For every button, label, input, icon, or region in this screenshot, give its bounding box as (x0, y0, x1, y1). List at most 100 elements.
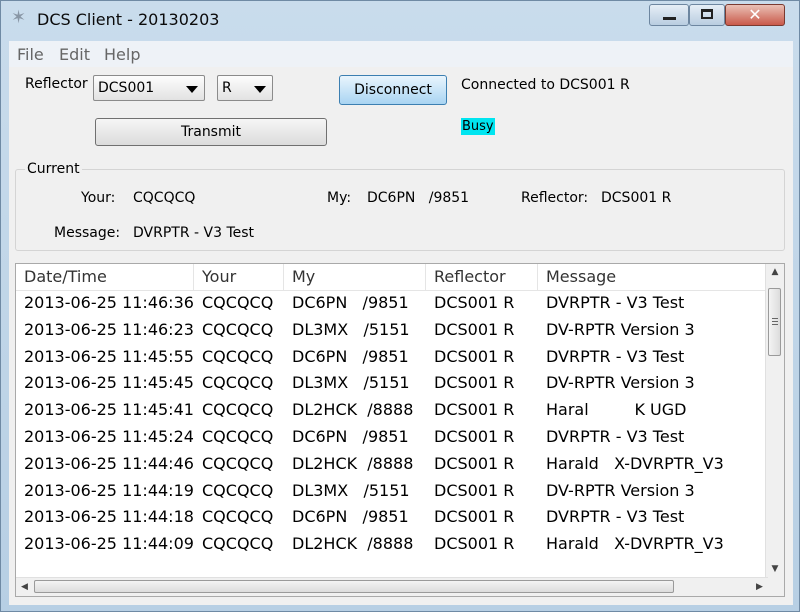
cell-reflector: DCS001 R (434, 426, 515, 446)
menu-bar: File Edit Help (9, 41, 793, 67)
current-reflector-value: DCS001 R (601, 190, 672, 206)
cell-your: CQCQCQ (202, 534, 274, 554)
cell-message: Haral K UGD (546, 400, 687, 420)
log-table: Date/Time Your My Reflector Message 2013… (15, 263, 785, 597)
col-header-message[interactable]: Message (538, 264, 768, 290)
close-button[interactable]: ✕ (725, 4, 785, 26)
table-row[interactable]: 2013-06-25 11:45:41 CQCQCQ DL2HCK /8888 DCS… (16, 397, 768, 424)
cell-your: CQCQCQ (202, 426, 274, 446)
chevron-down-icon (254, 86, 266, 93)
cell-datetime: 2013-06-25 11:45:45 (24, 373, 194, 393)
disconnect-button[interactable]: Disconnect (339, 75, 447, 105)
col-header-my[interactable]: My (284, 264, 426, 290)
cell-your: CQCQCQ (202, 293, 274, 312)
current-your-label: Your: (81, 190, 116, 206)
minimize-icon (663, 17, 676, 20)
cell-my: DC6PN /9851 (292, 346, 409, 366)
current-my-value: DC6PN /9851 (367, 190, 470, 206)
cell-my: DL2HCK /8888 (292, 534, 414, 554)
cell-reflector: DCS001 R (434, 480, 515, 500)
scroll-up-icon[interactable]: ▲ (766, 264, 784, 281)
cell-my: DC6PN /9851 (292, 507, 409, 527)
vertical-scrollbar[interactable]: ▲ ▼ (765, 264, 784, 578)
table-row[interactable]: 2013-06-25 11:45:45 CQCQCQ DL3MX /5151 DCS0… (16, 370, 768, 397)
cell-my: DL2HCK /8888 (292, 453, 414, 473)
cell-your: CQCQCQ (202, 480, 274, 500)
current-your-value: CQCQCQ (133, 190, 196, 206)
horizontal-scroll-thumb[interactable] (34, 580, 674, 593)
current-group (15, 169, 785, 251)
horizontal-scrollbar[interactable]: ◀ ▶ (16, 577, 768, 596)
cell-datetime: 2013-06-25 11:44:19 (24, 480, 194, 500)
menu-file[interactable]: File (17, 45, 44, 64)
cell-message: DV-RPTR Version 3 (546, 319, 695, 339)
table-row[interactable]: 2013-06-25 11:45:55 CQCQCQ DC6PN /9851 DCS0… (16, 344, 768, 371)
cell-your: CQCQCQ (202, 400, 274, 420)
minimize-button[interactable] (649, 4, 689, 26)
col-header-your[interactable]: Your (194, 264, 284, 290)
grip-line (772, 321, 778, 322)
module-select-value: R (222, 80, 232, 96)
cell-your: CQCQCQ (202, 507, 274, 527)
grip-line (772, 324, 778, 325)
cell-my: DC6PN /9851 (292, 426, 409, 446)
cell-datetime: 2013-06-25 11:46:23 (24, 319, 194, 339)
cell-reflector: DCS001 R (434, 373, 515, 393)
cell-message: DVRPTR - V3 Test (546, 293, 685, 312)
cell-datetime: 2013-06-25 11:45:41 (24, 400, 194, 420)
cell-reflector: DCS001 R (434, 319, 515, 339)
app-star-icon: ✶ (11, 7, 27, 28)
cell-your: CQCQCQ (202, 453, 274, 473)
cell-my: DL3MX /5151 (292, 373, 410, 393)
window-title: DCS Client - 20130203 (37, 10, 220, 29)
table-row[interactable]: 2013-06-25 11:45:24 CQCQCQ DC6PN /9851 DCS0… (16, 424, 768, 451)
table-body: 2013-06-25 11:46:36 CQCQCQ DC6PN /9851 DCS0… (16, 290, 768, 558)
table-row[interactable]: 2013-06-25 11:44:09 CQCQCQ DL2HCK /8888 DCS… (16, 531, 768, 558)
cell-message: DVRPTR - V3 Test (546, 426, 685, 446)
maximize-button[interactable] (689, 4, 725, 26)
connection-status: Connected to DCS001 R (461, 77, 630, 93)
reflector-select-value: DCS001 (98, 80, 155, 96)
cell-message: DVRPTR - V3 Test (546, 507, 685, 527)
reflector-label: Reflector (25, 76, 88, 92)
dcs-client-window: ✶ DCS Client - 20130203 ✕ File Edit Help… (0, 0, 800, 612)
table-row[interactable]: 2013-06-25 11:46:23 CQCQCQ DL3MX /5151 DCS0… (16, 317, 768, 344)
cell-my: DC6PN /9851 (292, 293, 409, 312)
current-my-label: My: (327, 190, 352, 206)
current-group-title: Current (25, 161, 82, 177)
cell-my: DL3MX /5151 (292, 319, 410, 339)
cell-your: CQCQCQ (202, 319, 274, 339)
table-row[interactable]: 2013-06-25 11:46:36 CQCQCQ DC6PN /9851 DCS0… (16, 290, 768, 317)
cell-message: Harald X-DVRPTR_V3 (546, 534, 724, 554)
vertical-scroll-thumb[interactable] (768, 288, 781, 356)
reflector-select[interactable]: DCS001 (93, 75, 205, 101)
table-header: Date/Time Your My Reflector Message (16, 264, 768, 291)
cell-reflector: DCS001 R (434, 293, 515, 312)
cell-datetime: 2013-06-25 11:44:46 (24, 453, 194, 473)
table-row[interactable]: 2013-06-25 11:44:19 CQCQCQ DL3MX /5151 DCS0… (16, 478, 768, 505)
table-row[interactable]: 2013-06-25 11:44:46 CQCQCQ DL2HCK /8888 DCS… (16, 451, 768, 478)
current-reflector-label: Reflector: (521, 190, 589, 206)
col-header-datetime[interactable]: Date/Time (16, 264, 194, 290)
module-select[interactable]: R (217, 75, 273, 101)
busy-indicator: Busy (461, 118, 495, 135)
cell-datetime: 2013-06-25 11:45:24 (24, 426, 194, 446)
cell-message: DVRPTR - V3 Test (546, 346, 685, 366)
grip-line (772, 318, 778, 319)
cell-your: CQCQCQ (202, 346, 274, 366)
scroll-down-icon[interactable]: ▼ (766, 561, 784, 578)
cell-my: DL2HCK /8888 (292, 400, 414, 420)
current-message-label: Message: (54, 225, 121, 241)
col-header-reflector[interactable]: Reflector (426, 264, 538, 290)
table-row[interactable]: 2013-06-25 11:44:18 CQCQCQ DC6PN /9851 DCS0… (16, 504, 768, 531)
scrollbar-corner (766, 578, 784, 596)
cell-my: DL3MX /5151 (292, 480, 410, 500)
menu-help[interactable]: Help (104, 45, 140, 64)
current-message-value: DVRPTR - V3 Test (133, 225, 255, 241)
title-bar[interactable]: ✶ DCS Client - 20130203 ✕ (1, 1, 799, 39)
cell-message: Harald X-DVRPTR_V3 (546, 453, 724, 473)
scroll-left-icon[interactable]: ◀ (16, 578, 33, 596)
client-area: Reflector DCS001 R Disconnect Connected … (9, 67, 793, 605)
menu-edit[interactable]: Edit (59, 45, 90, 64)
transmit-button[interactable]: Transmit (95, 118, 327, 146)
